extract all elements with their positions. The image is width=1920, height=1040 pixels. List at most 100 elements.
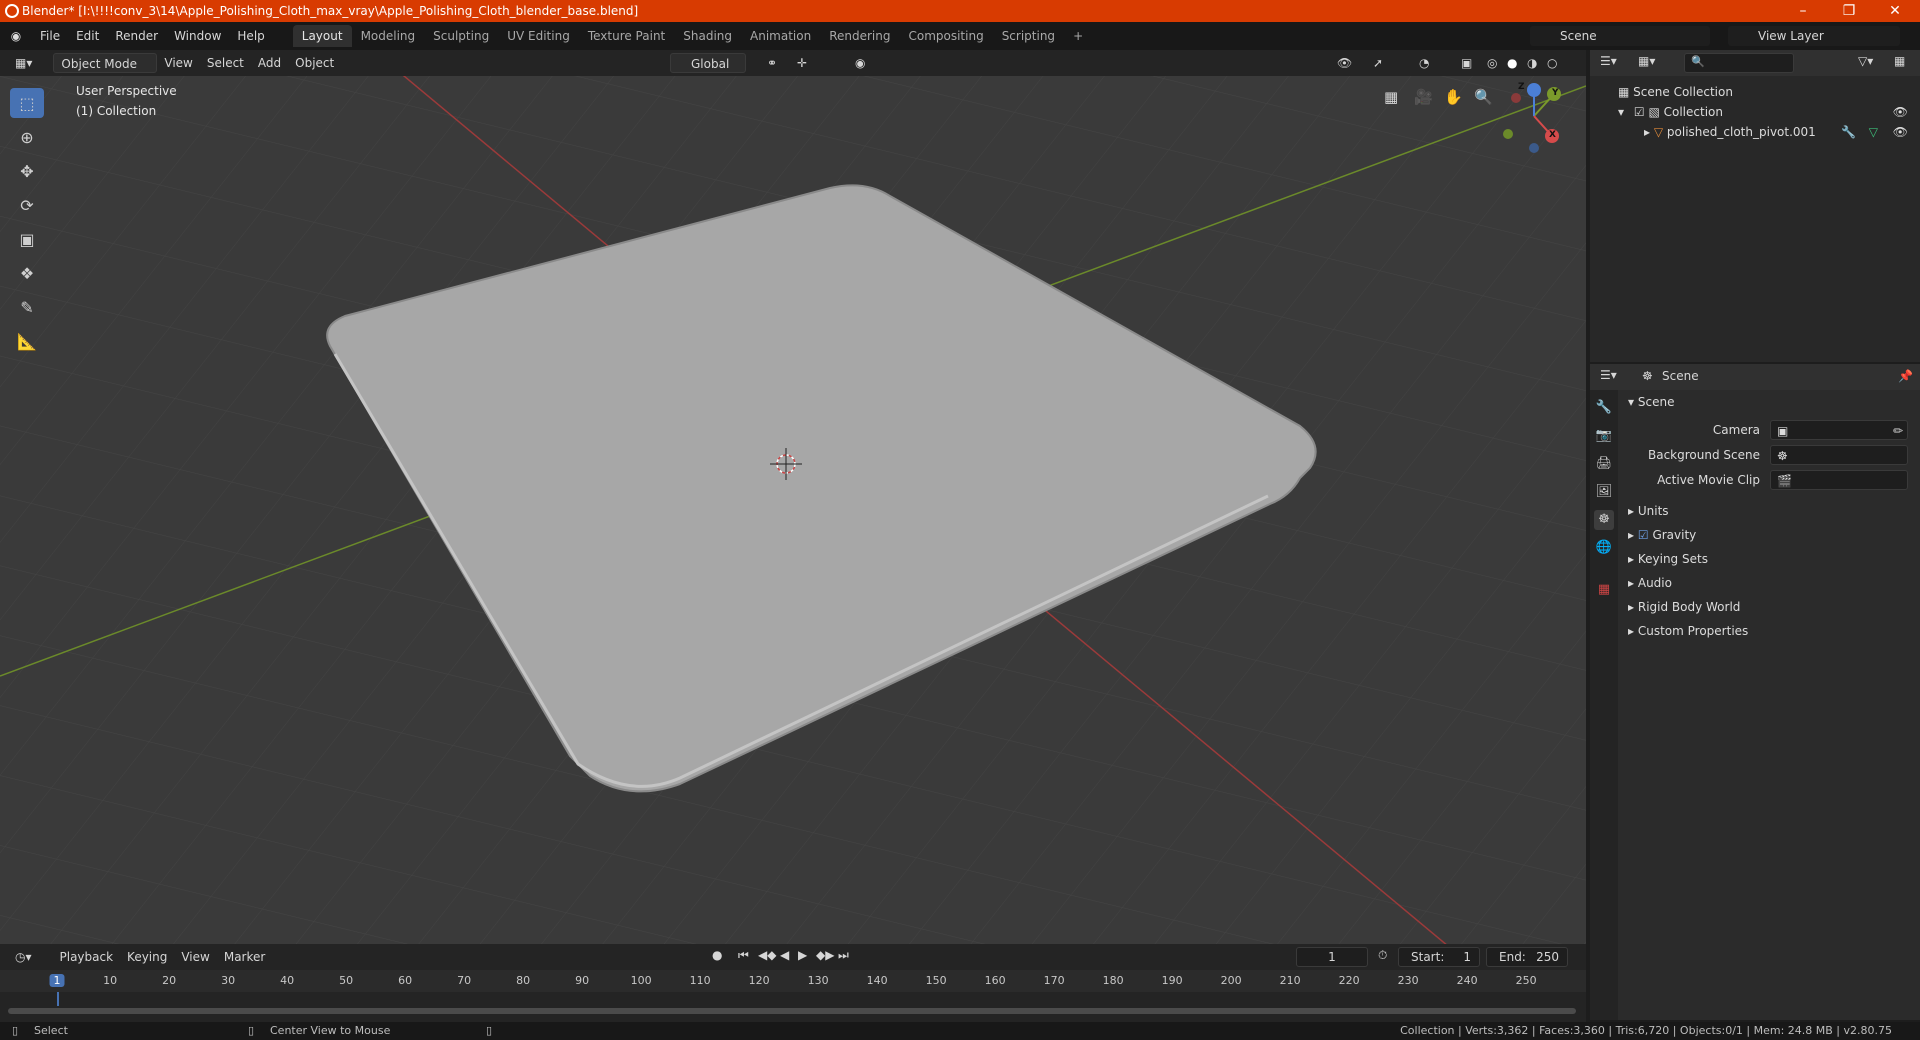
tab-scripting[interactable]: Scripting — [993, 25, 1064, 47]
menu-render[interactable]: Render — [107, 26, 166, 46]
display-mode-icon[interactable]: ▦▾ — [1638, 54, 1655, 68]
end-frame-field[interactable]: End: 250 — [1486, 947, 1568, 967]
collection-checkbox-icon[interactable]: ☑ — [1634, 102, 1645, 122]
gizmo-icon[interactable]: ➚ — [1366, 53, 1390, 73]
next-keyframe-icon[interactable]: ◆▶ — [816, 948, 834, 962]
outliner-search-input[interactable]: 🔍 — [1684, 53, 1794, 73]
outliner-editor-type-icon[interactable]: ☰▾ — [1600, 54, 1617, 68]
gravity-panel[interactable]: ▸ ☑ Gravity — [1618, 523, 1920, 547]
rendered-shading-icon[interactable]: ○ — [1540, 53, 1564, 73]
zoom-icon[interactable]: 🔍 — [1474, 88, 1493, 106]
menu-help[interactable]: Help — [229, 26, 272, 46]
xray-icon[interactable]: ▣ — [1454, 53, 1479, 73]
movie-clip-field[interactable]: 🎬 — [1770, 470, 1908, 490]
world-tab-icon[interactable]: 🌐 — [1594, 538, 1614, 558]
modifier-wrench-icon[interactable]: 🔧 — [1841, 122, 1856, 142]
pivot-icon[interactable]: ⚭ — [760, 53, 784, 73]
orientation-dropdown[interactable]: Global — [670, 53, 746, 73]
menu-edit[interactable]: Edit — [68, 26, 107, 46]
menu-playback[interactable]: Playback — [53, 947, 121, 967]
audio-panel[interactable]: ▸ Audio — [1618, 571, 1920, 595]
tab-shading[interactable]: Shading — [674, 25, 741, 47]
background-scene-field[interactable]: ☸ — [1770, 445, 1908, 465]
rigid-body-world-panel[interactable]: ▸ Rigid Body World — [1618, 595, 1920, 619]
cursor-tool-icon[interactable]: ⊕ — [10, 122, 44, 152]
menu-marker[interactable]: Marker — [217, 947, 272, 967]
gravity-checkbox-icon[interactable]: ☑ — [1638, 528, 1649, 542]
menu-keying[interactable]: Keying — [120, 947, 174, 967]
scene-tab-icon[interactable]: ☸ — [1594, 510, 1614, 530]
jump-start-icon[interactable]: ⏮ — [738, 948, 749, 963]
tool-tab-icon[interactable]: 🔧 — [1594, 398, 1614, 418]
record-icon[interactable]: ● — [712, 948, 722, 962]
output-tab-icon[interactable]: 🖨 — [1594, 454, 1614, 474]
timeline-menu-view[interactable]: View — [174, 947, 216, 967]
outliner-object-row[interactable]: ▸ ▽ polished_cloth_pivot.001 🔧 ▽ 👁 — [1590, 122, 1920, 142]
3d-viewport[interactable]: Z Y X ▦ 🎥 ✋ 🔍 — [0, 76, 1586, 944]
object-eye-icon[interactable]: 👁 — [1893, 122, 1908, 142]
menu-add[interactable]: Add — [251, 53, 288, 73]
units-panel[interactable]: ▸ Units — [1618, 499, 1920, 523]
playhead-line[interactable] — [57, 992, 59, 1006]
rotate-tool-icon[interactable]: ⟳ — [10, 190, 44, 220]
overlay-icon[interactable]: ◔ — [1412, 53, 1436, 73]
play-icon[interactable]: ▶ — [798, 948, 807, 962]
minimize-icon[interactable]: – — [1780, 0, 1826, 22]
keying-sets-panel[interactable]: ▸ Keying Sets — [1618, 547, 1920, 571]
new-collection-icon[interactable]: ▦ — [1894, 54, 1905, 68]
properties-editor-type-icon[interactable]: ☰▾ — [1600, 368, 1617, 382]
menu-file[interactable]: File — [32, 26, 68, 46]
tab-rendering[interactable]: Rendering — [820, 25, 899, 47]
tab-modeling[interactable]: Modeling — [352, 25, 425, 47]
pin-icon[interactable]: 📌 — [1898, 369, 1913, 383]
editor-type-icon[interactable]: ▦▾ — [8, 53, 39, 73]
collection-eye-icon[interactable]: 👁 — [1893, 102, 1908, 122]
jump-end-icon[interactable]: ⏭ — [838, 948, 849, 963]
play-reverse-icon[interactable]: ◀ — [780, 948, 789, 962]
scene-selector[interactable]: Scene — [1530, 26, 1710, 46]
timeline-ruler[interactable]: 1 10 20 30 40 50 60 70 80 90 100 110 120 130 140 150 160… — [0, 970, 1586, 992]
camera-field[interactable]: ▣ ✏ — [1770, 420, 1908, 440]
select-box-tool-icon[interactable]: ⬚ — [10, 88, 44, 118]
outliner-collection[interactable]: ▾ ☑ ▧ Collection 👁 — [1590, 102, 1920, 122]
tab-layout[interactable]: Layout — [292, 25, 352, 47]
menu-select[interactable]: Select — [200, 53, 251, 73]
current-frame-field[interactable]: 1 — [1296, 947, 1368, 967]
visibility-icon[interactable]: 👁 — [1330, 53, 1359, 73]
menu-view[interactable]: View — [157, 53, 199, 73]
tab-compositing[interactable]: Compositing — [899, 25, 992, 47]
transform-tool-icon[interactable]: ❖ — [10, 258, 44, 288]
blender-menu-icon[interactable]: ◉ — [0, 29, 32, 43]
collapse-arrow-icon[interactable]: ▸ — [1644, 122, 1650, 142]
tab-texture-paint[interactable]: Texture Paint — [579, 25, 674, 47]
menu-window[interactable]: Window — [166, 26, 229, 46]
outliner-scene-collection[interactable]: ▦ Scene Collection — [1590, 82, 1920, 102]
view-layer-selector[interactable]: View Layer — [1728, 26, 1900, 46]
texture-tab-icon[interactable]: ▦ — [1594, 580, 1614, 600]
tab-sculpting[interactable]: Sculpting — [424, 25, 498, 47]
mode-dropdown[interactable]: Object Mode — [53, 53, 158, 73]
timeline-editor-type-icon[interactable]: ◷▾ — [8, 947, 39, 967]
measure-tool-icon[interactable]: 📐 — [10, 326, 44, 356]
snap-icon[interactable]: ✛ — [790, 53, 814, 73]
close-icon[interactable]: ✕ — [1872, 0, 1918, 22]
tab-animation[interactable]: Animation — [741, 25, 820, 47]
render-tab-icon[interactable]: 📷 — [1594, 426, 1614, 446]
annotate-tool-icon[interactable]: ✎ — [10, 292, 44, 322]
timeline-scrollbar[interactable] — [8, 1008, 1576, 1014]
grid-view-icon[interactable]: ▦ — [1384, 88, 1398, 106]
start-frame-field[interactable]: Start: 1 — [1398, 947, 1480, 967]
scale-tool-icon[interactable]: ▣ — [10, 224, 44, 254]
menu-object[interactable]: Object — [288, 53, 341, 73]
add-workspace-icon[interactable]: + — [1064, 25, 1092, 47]
filter-icon[interactable]: ▽▾ — [1858, 54, 1873, 68]
restore-icon[interactable]: ❐ — [1826, 0, 1872, 22]
mesh-data-icon[interactable]: ▽ — [1869, 122, 1878, 142]
view-layer-tab-icon[interactable]: 🖼 — [1594, 482, 1614, 502]
eyedropper-icon[interactable]: ✏ — [1893, 419, 1903, 443]
camera-view-icon[interactable]: 🎥 — [1414, 88, 1433, 106]
scene-section-header[interactable]: ▾ Scene — [1618, 390, 1920, 414]
tab-uv-editing[interactable]: UV Editing — [498, 25, 579, 47]
prev-keyframe-icon[interactable]: ◀◆ — [758, 948, 776, 962]
pan-hand-icon[interactable]: ✋ — [1444, 88, 1463, 106]
